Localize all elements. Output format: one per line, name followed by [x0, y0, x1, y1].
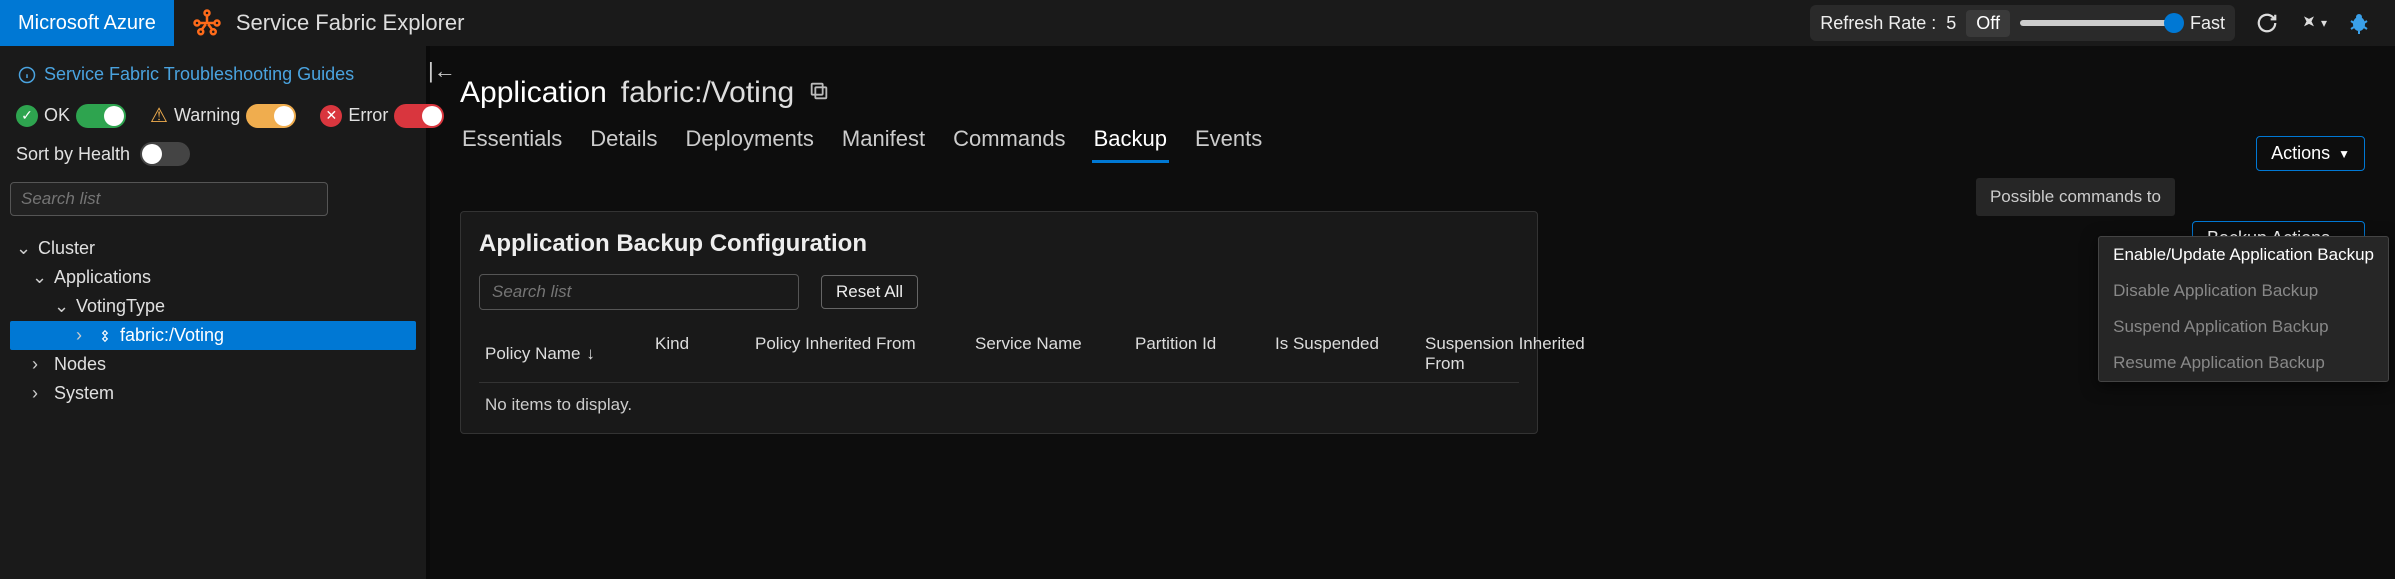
tree-voting-app[interactable]: › fabric:/Voting — [10, 321, 416, 350]
table-empty: No items to display. — [479, 383, 1519, 427]
refresh-slider[interactable] — [2020, 20, 2180, 26]
tab-deployments[interactable]: Deployments — [684, 122, 816, 163]
panel-search-input[interactable] — [479, 274, 799, 310]
tab-commands[interactable]: Commands — [951, 122, 1067, 163]
tree-voting-app-label: fabric:/Voting — [120, 325, 224, 346]
collapse-sidebar-icon[interactable]: |← — [428, 58, 456, 84]
tabs: Essentials Details Deployments Manifest … — [454, 114, 2371, 163]
col-suspension-inherited-from[interactable]: Suspension Inherited From — [1425, 334, 1625, 374]
cluster-tree: ⌄ Cluster ⌄ Applications ⌄ VotingType › … — [10, 228, 416, 414]
bug-icon[interactable] — [2345, 9, 2373, 37]
col-service-name[interactable]: Service Name — [975, 334, 1115, 374]
tree-cluster-label: Cluster — [38, 238, 95, 259]
sort-down-icon: ↓ — [586, 344, 595, 364]
col-is-suspended[interactable]: Is Suspended — [1275, 334, 1405, 374]
chevron-down-icon: ⌄ — [16, 238, 30, 259]
tree-applications-label: Applications — [54, 267, 151, 288]
service-fabric-icon — [192, 8, 222, 38]
menu-resume-backup[interactable]: Resume Application Backup — [2099, 345, 2388, 381]
chevron-right-icon: › — [76, 325, 90, 346]
slider-thumb[interactable] — [2164, 13, 2184, 33]
reset-all-button[interactable]: Reset All — [821, 275, 918, 309]
tab-manifest[interactable]: Manifest — [840, 122, 927, 163]
chevron-right-icon: › — [32, 354, 46, 375]
copy-icon[interactable] — [808, 76, 830, 110]
menu-disable-backup[interactable]: Disable Application Backup — [2099, 273, 2388, 309]
table-header: Policy Name ↓ Kind Policy Inherited From… — [479, 324, 1519, 383]
health-error-label: Error — [348, 105, 388, 126]
health-ok-label: OK — [44, 105, 70, 126]
col-policy-name[interactable]: Policy Name ↓ — [485, 334, 635, 374]
ok-icon: ✓ — [16, 105, 38, 127]
sort-by-health-label: Sort by Health — [16, 144, 130, 165]
tree-system-label: System — [54, 383, 114, 404]
error-icon: ✕ — [320, 105, 342, 127]
refresh-rate-label: Refresh Rate : — [1820, 13, 1936, 34]
warning-icon: ⚠ — [150, 103, 168, 128]
chevron-down-icon: ▼ — [2338, 147, 2350, 161]
main-content: |← Application fabric:/Voting Essentials… — [430, 46, 2395, 579]
health-warning-label: Warning — [174, 105, 240, 126]
refresh-rate-control[interactable]: Refresh Rate : 5 Off Fast — [1810, 5, 2235, 41]
azure-brand[interactable]: Microsoft Azure — [0, 0, 174, 46]
troubleshooting-link[interactable]: Service Fabric Troubleshooting Guides — [10, 60, 416, 99]
troubleshooting-link-text: Service Fabric Troubleshooting Guides — [44, 64, 354, 85]
app-icon — [98, 329, 112, 343]
actions-button[interactable]: Actions ▼ — [2256, 136, 2365, 171]
col-kind[interactable]: Kind — [655, 334, 735, 374]
menu-enable-update-backup[interactable]: Enable/Update Application Backup — [2099, 237, 2388, 273]
tree-voting-type-label: VotingType — [76, 296, 165, 317]
health-ok-toggle[interactable] — [76, 104, 126, 128]
tab-details[interactable]: Details — [588, 122, 659, 163]
tree-system[interactable]: › System — [10, 379, 416, 408]
tooltip: Possible commands to — [1976, 178, 2175, 216]
tree-nodes[interactable]: › Nodes — [10, 350, 416, 379]
backup-config-panel: Application Backup Configuration Reset A… — [460, 211, 1538, 434]
health-warning[interactable]: ⚠ Warning — [150, 103, 296, 128]
backup-actions-menu: Enable/Update Application Backup Disable… — [2098, 236, 2389, 382]
tree-cluster[interactable]: ⌄ Cluster — [10, 234, 416, 263]
settings-icon[interactable]: ▾ — [2299, 9, 2327, 37]
health-warning-toggle[interactable] — [246, 104, 296, 128]
tab-backup[interactable]: Backup — [1092, 122, 1169, 163]
refresh-rate-value: 5 — [1946, 13, 1956, 34]
page-title-prefix: Application — [460, 76, 607, 110]
actions-button-label: Actions — [2271, 143, 2330, 164]
chevron-down-icon: ⌄ — [32, 267, 46, 288]
refresh-fast-label: Fast — [2190, 13, 2225, 34]
col-policy-inherited-from[interactable]: Policy Inherited From — [755, 334, 955, 374]
chevron-down-icon: ⌄ — [54, 296, 68, 317]
app-title-text: Service Fabric Explorer — [236, 10, 465, 36]
tab-events[interactable]: Events — [1193, 122, 1264, 163]
panel-title: Application Backup Configuration — [479, 230, 1519, 270]
refresh-icon[interactable] — [2253, 9, 2281, 37]
tree-applications[interactable]: ⌄ Applications — [10, 263, 416, 292]
chevron-right-icon: › — [32, 383, 46, 404]
refresh-off-label: Off — [1966, 10, 2010, 37]
info-icon — [18, 66, 36, 84]
app-title: Service Fabric Explorer — [174, 8, 483, 38]
sidebar: Service Fabric Troubleshooting Guides ✓ … — [0, 46, 430, 579]
sort-by-health-toggle[interactable] — [140, 142, 190, 166]
page-title-name: fabric:/Voting — [621, 76, 794, 110]
health-error[interactable]: ✕ Error — [320, 104, 444, 128]
tab-essentials[interactable]: Essentials — [460, 122, 564, 163]
page-title: Application fabric:/Voting — [454, 58, 2371, 114]
health-ok[interactable]: ✓ OK — [16, 104, 126, 128]
sidebar-search-input[interactable] — [10, 182, 328, 216]
sort-by-health[interactable]: Sort by Health — [10, 138, 416, 178]
tree-nodes-label: Nodes — [54, 354, 106, 375]
col-partition-id[interactable]: Partition Id — [1135, 334, 1255, 374]
tree-voting-type[interactable]: ⌄ VotingType — [10, 292, 416, 321]
menu-suspend-backup[interactable]: Suspend Application Backup — [2099, 309, 2388, 345]
